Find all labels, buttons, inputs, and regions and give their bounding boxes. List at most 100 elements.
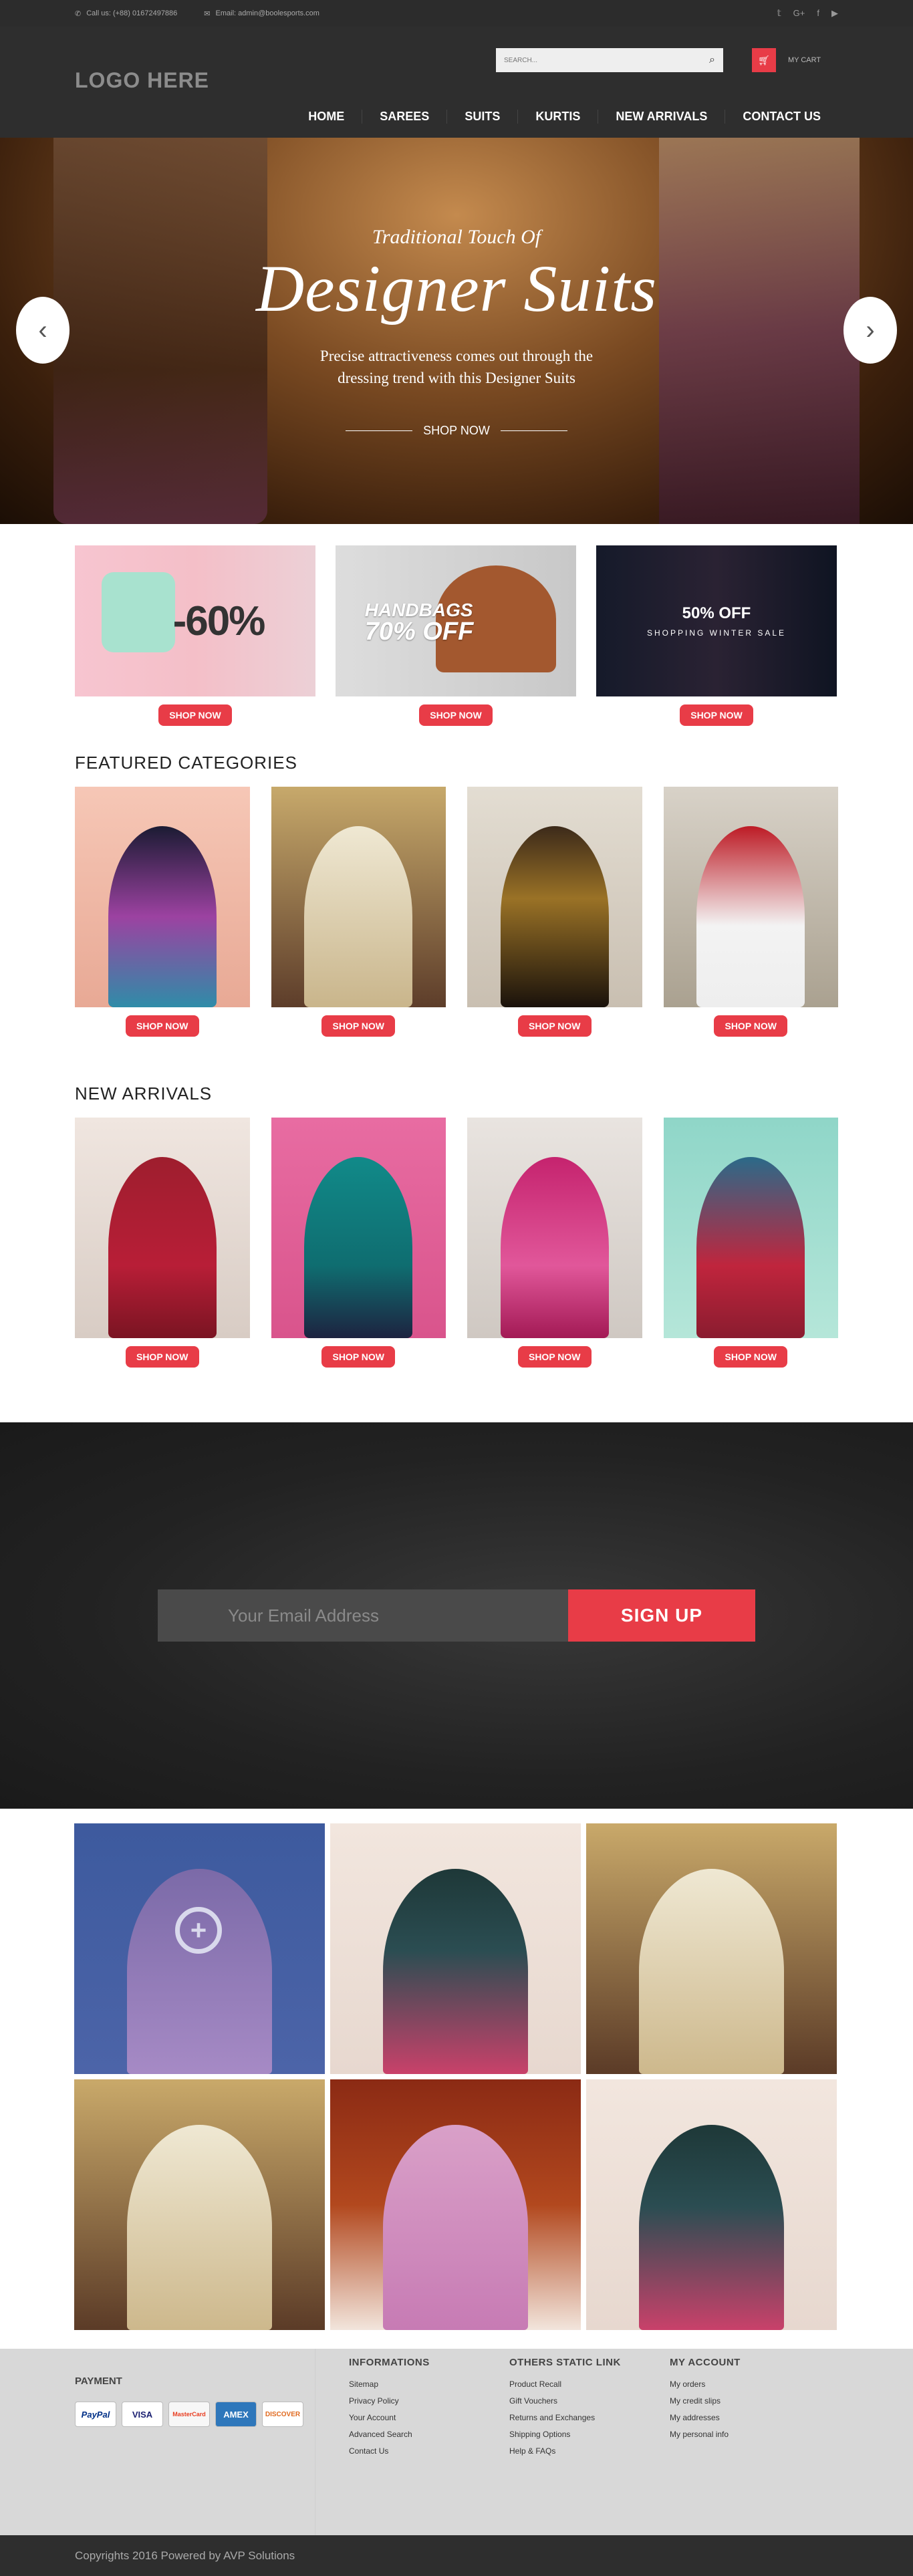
footer-link[interactable]: Shipping Options xyxy=(509,2426,670,2443)
hero-shop-now[interactable]: SHOP NOW xyxy=(0,424,913,438)
featured-categories: SHOP NOW SHOP NOW SHOP NOW SHOP NOW xyxy=(0,773,913,1037)
sign-up-button[interactable]: SIGN UP xyxy=(568,1589,755,1642)
model-silhouette xyxy=(108,1157,217,1338)
shop-now-button[interactable]: SHOP NOW xyxy=(158,704,232,726)
payment-title: PAYMENT xyxy=(75,2375,122,2387)
top-bar: ✆ Call us: (+88) 01672497886 ✉ Email: admi… xyxy=(0,0,913,27)
email-contact[interactable]: ✉ Email: admin@boolesports.com xyxy=(204,9,319,18)
hero-shop-now-label[interactable]: SHOP NOW xyxy=(423,424,490,438)
model-silhouette xyxy=(108,826,217,1007)
handbag-image xyxy=(102,572,175,652)
footer-link[interactable]: Contact Us xyxy=(349,2443,509,2460)
promo-image[interactable]: HANDBAGS 70% OFF xyxy=(336,545,576,696)
shop-now-button[interactable]: SHOP NOW xyxy=(517,1015,592,1037)
footer-link[interactable]: Your Account xyxy=(349,2410,509,2426)
model-silhouette xyxy=(382,1868,529,2074)
product-card: SHOP NOW xyxy=(75,787,250,1037)
footer-link[interactable]: Help & FAQs xyxy=(509,2443,670,2460)
social-links: 𝕥 G+ f ▶ xyxy=(777,8,838,19)
photo-gallery: + xyxy=(0,1809,913,2330)
promo-image[interactable]: -60% xyxy=(75,545,315,696)
footer-column-title: OTHERS STATIC LINK xyxy=(509,2357,621,2368)
product-card: SHOP NOW xyxy=(271,787,446,1037)
footer-link[interactable]: Advanced Search xyxy=(349,2426,509,2443)
slider-next-button[interactable]: › xyxy=(843,297,897,364)
footer-link[interactable]: My personal info xyxy=(670,2426,830,2443)
chevron-left-icon: ‹ xyxy=(38,315,47,345)
shop-now-button[interactable]: SHOP NOW xyxy=(321,1015,396,1037)
footer-link[interactable]: Privacy Policy xyxy=(349,2393,509,2410)
shop-now-button[interactable]: SHOP NOW xyxy=(517,1346,592,1368)
gallery-item[interactable] xyxy=(74,2079,325,2330)
shop-now-button[interactable]: SHOP NOW xyxy=(321,1346,396,1368)
model-silhouette xyxy=(638,2124,785,2330)
gallery-item[interactable] xyxy=(330,1823,581,2074)
gallery-item[interactable] xyxy=(586,2079,837,2330)
nav-new-arrivals[interactable]: NEW ARRIVALS xyxy=(598,109,725,124)
shop-now-button[interactable]: SHOP NOW xyxy=(125,1346,199,1368)
google-plus-icon[interactable]: G+ xyxy=(793,8,805,19)
logo[interactable]: LOGO HERE xyxy=(75,68,209,93)
search-icon[interactable]: ⌕ xyxy=(709,54,715,66)
shop-now-button[interactable]: SHOP NOW xyxy=(419,704,493,726)
search-input[interactable]: SEARCH... ⌕ xyxy=(496,48,723,72)
product-image[interactable] xyxy=(75,1118,250,1338)
footer-link[interactable]: My orders xyxy=(670,2376,830,2393)
footer-link[interactable]: Returns and Exchanges xyxy=(509,2410,670,2426)
product-image[interactable] xyxy=(663,787,838,1007)
cart-icon[interactable]: 🛒︎ xyxy=(752,48,776,72)
product-image[interactable] xyxy=(271,1118,446,1338)
promo-discount: -60% xyxy=(172,598,266,644)
product-card: SHOP NOW xyxy=(75,1118,250,1368)
paypal-icon: PayPal xyxy=(75,2402,116,2427)
featured-categories-title: FEATURED CATEGORIES xyxy=(75,753,297,773)
gallery-item[interactable] xyxy=(330,2079,581,2330)
nav-kurtis[interactable]: KURTIS xyxy=(517,109,598,124)
shop-now-button[interactable]: SHOP NOW xyxy=(714,1346,788,1368)
nav-contact-us[interactable]: CONTACT US xyxy=(725,109,838,124)
product-image[interactable] xyxy=(75,787,250,1007)
hero-model-right xyxy=(659,138,860,524)
visa-icon: VISA xyxy=(122,2402,163,2427)
mastercard-icon: MasterCard xyxy=(168,2402,210,2427)
payment-cards: PayPal VISA MasterCard AMEX DISCOVER xyxy=(75,2402,315,2427)
product-image[interactable] xyxy=(467,1118,642,1338)
cart[interactable]: 🛒︎ MY CART xyxy=(752,48,821,72)
product-image[interactable] xyxy=(271,787,446,1007)
nav-suits[interactable]: SUITS xyxy=(446,109,517,124)
footer-link[interactable]: Gift Vouchers xyxy=(509,2393,670,2410)
phone-contact: ✆ Call us: (+88) 01672497886 xyxy=(75,9,178,18)
twitter-icon[interactable]: 𝕥 xyxy=(777,8,781,19)
promo-image[interactable]: 50% OFF SHOPPING WINTER SALE xyxy=(596,545,837,696)
footer-link[interactable]: My addresses xyxy=(670,2410,830,2426)
slider-prev-button[interactable]: ‹ xyxy=(16,297,70,364)
model-silhouette xyxy=(696,1157,805,1338)
mail-icon: ✉ xyxy=(204,9,211,18)
nav-sarees[interactable]: SAREES xyxy=(362,109,446,124)
gallery-item[interactable]: + xyxy=(74,1823,325,2074)
hero-model-left xyxy=(53,138,267,524)
footer-link[interactable]: My credit slips xyxy=(670,2393,830,2410)
shop-now-button[interactable]: SHOP NOW xyxy=(714,1015,788,1037)
product-image[interactable] xyxy=(663,1118,838,1338)
product-image[interactable] xyxy=(467,787,642,1007)
facebook-icon[interactable]: f xyxy=(817,8,819,19)
zoom-icon[interactable]: + xyxy=(165,1897,232,1964)
hero-slider: Traditional Touch Of Designer Suits Prec… xyxy=(0,138,913,524)
email-field[interactable]: Your Email Address xyxy=(158,1589,568,1642)
youtube-icon[interactable]: ▶ xyxy=(831,8,838,19)
promo-text: 50% OFF SHOPPING WINTER SALE xyxy=(646,604,787,638)
product-card: SHOP NOW xyxy=(663,787,838,1037)
model-silhouette xyxy=(500,826,609,1007)
promo-banner: 50% OFF SHOPPING WINTER SALE SHOP NOW xyxy=(596,545,837,726)
footer-link[interactable]: Sitemap xyxy=(349,2376,509,2393)
shop-now-button[interactable]: SHOP NOW xyxy=(680,704,753,726)
nav-home[interactable]: HOME xyxy=(291,110,362,124)
discover-icon: DISCOVER xyxy=(262,2402,303,2427)
footer-column-title: MY ACCOUNT xyxy=(670,2357,741,2368)
footer-link[interactable]: Product Recall xyxy=(509,2376,670,2393)
cart-label[interactable]: MY CART xyxy=(788,56,821,64)
gallery-item[interactable] xyxy=(586,1823,837,2074)
shop-now-button[interactable]: SHOP NOW xyxy=(125,1015,199,1037)
model-silhouette xyxy=(382,2124,529,2330)
